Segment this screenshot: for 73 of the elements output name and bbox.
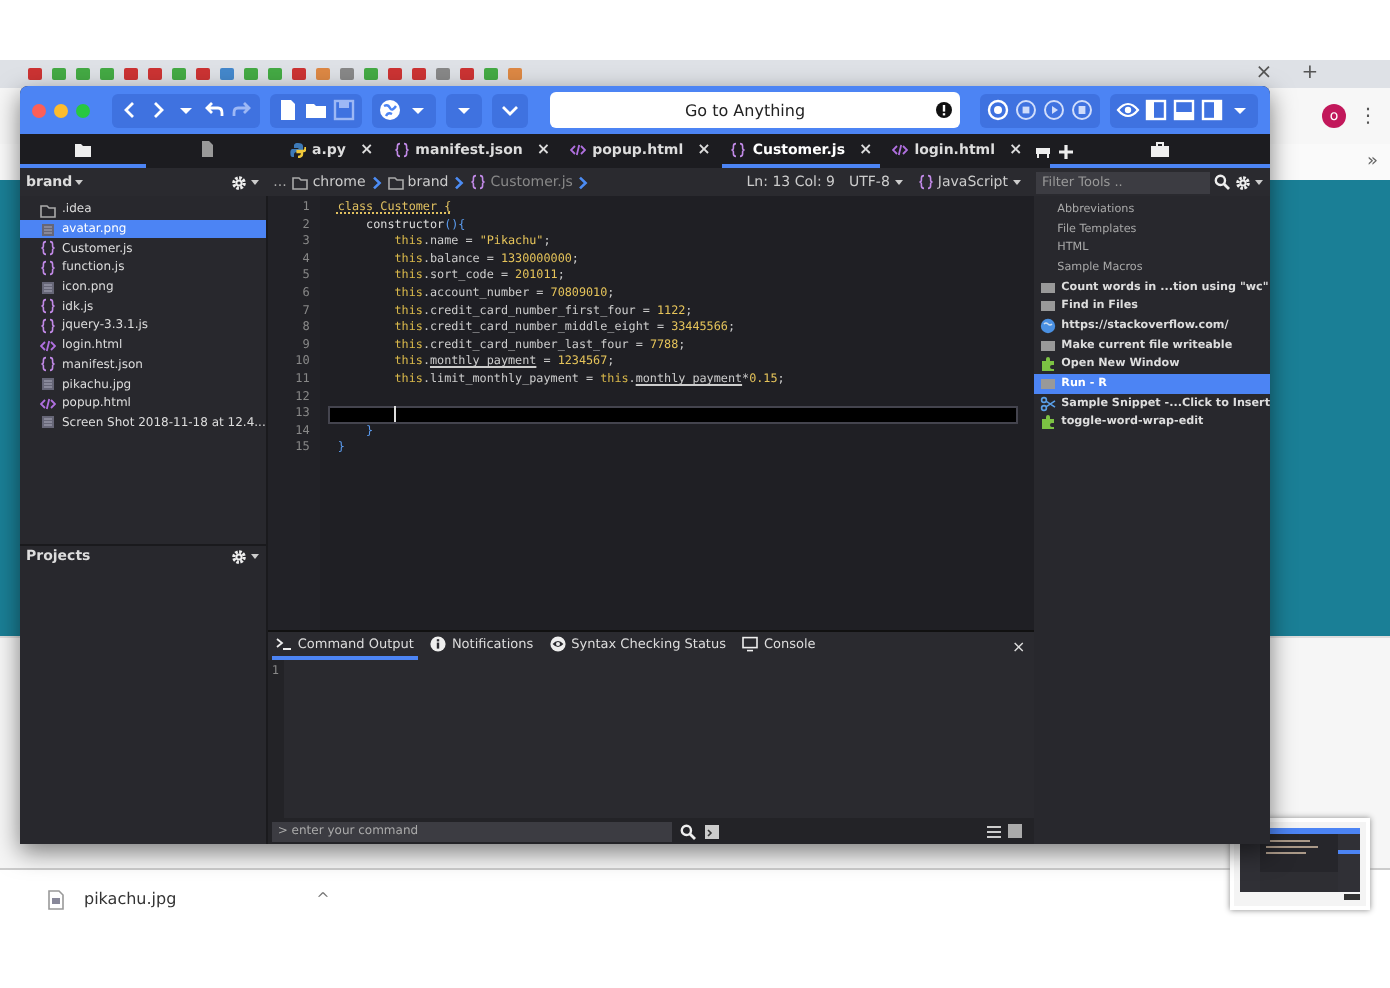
play-icon[interactable]: [1042, 98, 1066, 122]
settings-icon[interactable]: [229, 173, 248, 191]
puzzle-icon: [1039, 356, 1056, 373]
folder-icon: [40, 201, 56, 218]
close-icon[interactable]: ×: [697, 140, 711, 158]
search-field[interactable]: Go to Anything: [550, 92, 960, 128]
text-cursor: [393, 406, 396, 423]
chevron-right-icon: [371, 175, 382, 189]
scissors-icon: [1039, 395, 1056, 412]
download-file-name[interactable]: pikachu.jpg: [84, 890, 177, 908]
code-tag-icon: [892, 141, 909, 157]
chevron-right-icon: [578, 175, 589, 189]
eye-icon: [549, 636, 566, 652]
toolbox-icon[interactable]: [1150, 141, 1170, 157]
code-tag-icon: [40, 337, 56, 354]
image-file-icon: [40, 376, 56, 393]
bookmarks-overflow-button[interactable]: »: [1366, 152, 1378, 172]
terminal-icon: [275, 636, 292, 652]
terminal-icon[interactable]: [703, 823, 720, 839]
image-file-icon: [40, 414, 56, 431]
code-tag-icon: [570, 141, 587, 157]
search-icon[interactable]: [1214, 174, 1230, 190]
globe-icon[interactable]: [378, 98, 402, 122]
menu-button[interactable]: ⋮: [1358, 105, 1378, 127]
close-icon[interactable]: ×: [536, 140, 551, 158]
settings-icon[interactable]: [229, 547, 248, 565]
puzzle-icon: [1039, 414, 1056, 431]
alert-icon: [936, 102, 952, 118]
braces-icon: [917, 174, 934, 190]
settings-icon[interactable]: [1234, 173, 1252, 191]
tab-close-button[interactable]: ×: [1246, 60, 1282, 88]
list-icon[interactable]: [985, 823, 1002, 839]
braces-icon: [470, 174, 487, 190]
eye-icon[interactable]: [1116, 98, 1140, 122]
command-icon: [1039, 376, 1056, 393]
stop-icon[interactable]: [1007, 823, 1022, 837]
close-button[interactable]: ×: [1011, 632, 1034, 660]
expand-button[interactable]: ^: [316, 890, 330, 908]
caret-icon: [249, 552, 260, 560]
split-view-icon[interactable]: [1034, 143, 1053, 159]
left-pane-icon[interactable]: [1144, 98, 1168, 122]
stop-icon[interactable]: [1014, 98, 1038, 122]
save-icon[interactable]: [332, 98, 356, 122]
folder-icon: [387, 174, 404, 190]
code-tag-icon: [40, 395, 56, 412]
right-pane-icon[interactable]: [1200, 98, 1224, 122]
redo-icon[interactable]: [230, 98, 254, 122]
close-icon[interactable]: ×: [859, 140, 873, 158]
image-file-icon: [40, 279, 56, 296]
close-icon[interactable]: ×: [1009, 140, 1023, 158]
info-icon: [429, 636, 446, 652]
globe-icon: [1039, 317, 1056, 334]
braces-icon: [40, 356, 56, 373]
python-icon: [290, 141, 306, 157]
monitor-icon: [742, 636, 758, 652]
save-macro-icon[interactable]: [1070, 98, 1094, 122]
close-icon[interactable]: ×: [359, 140, 374, 158]
search-icon[interactable]: [679, 823, 696, 839]
bottom-pane-icon[interactable]: [1172, 98, 1196, 122]
file-icon: [198, 140, 217, 158]
folder-icon[interactable]: [304, 98, 328, 122]
undo-icon[interactable]: [202, 98, 226, 122]
chevron-right-icon: [454, 175, 465, 189]
command-icon: [1039, 337, 1056, 354]
folder-icon: [292, 174, 309, 190]
new-file-icon[interactable]: [276, 98, 300, 122]
image-file-icon: [40, 221, 56, 238]
add-icon[interactable]: [1058, 143, 1075, 159]
image-file-icon: [48, 889, 64, 909]
braces-icon: [730, 141, 747, 157]
new-tab-button[interactable]: +: [1292, 60, 1328, 88]
braces-icon: [393, 141, 410, 157]
record-icon[interactable]: [986, 98, 1010, 122]
